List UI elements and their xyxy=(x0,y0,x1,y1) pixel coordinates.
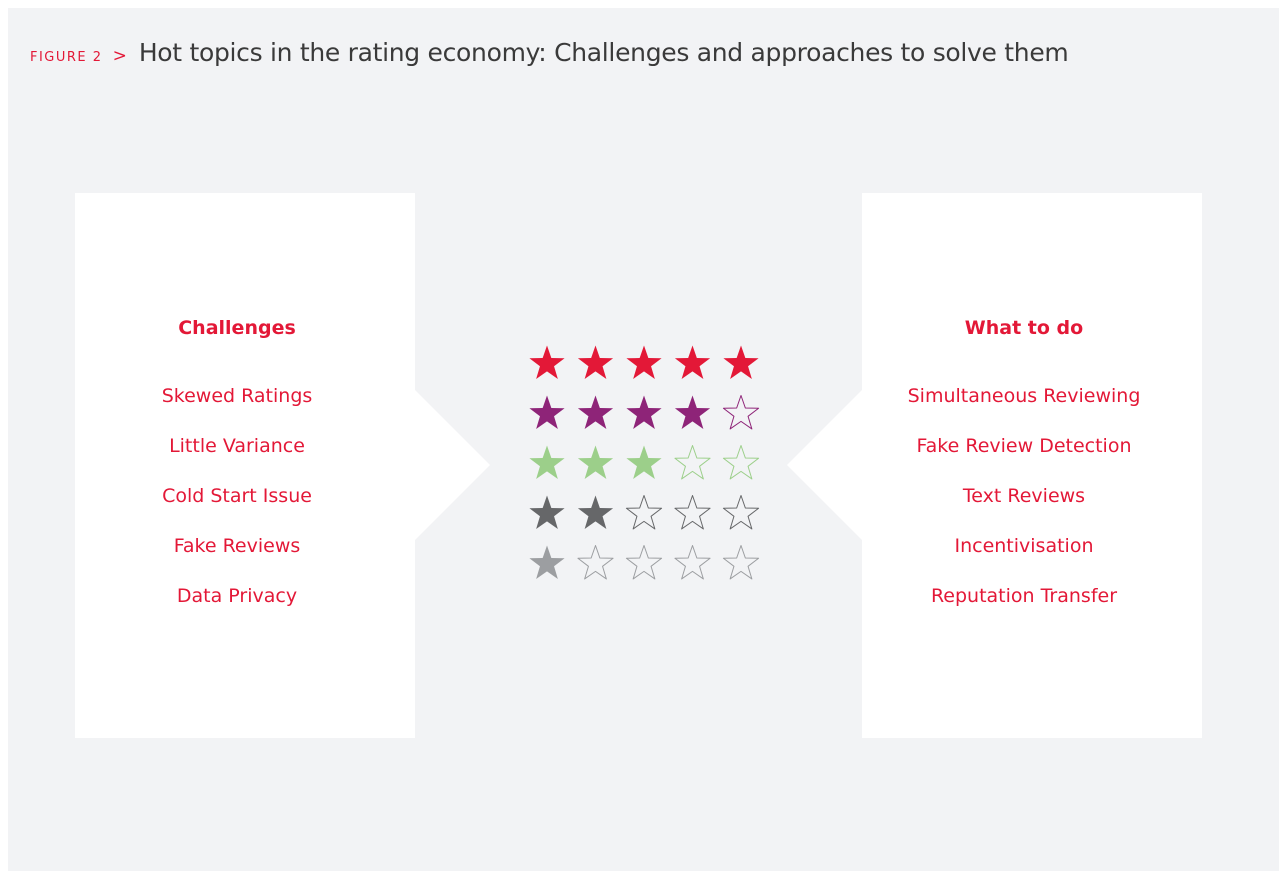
star-outline-icon xyxy=(722,445,760,480)
star-outline-icon xyxy=(674,495,711,530)
star-filled-icon xyxy=(626,345,662,379)
star-filled-icon xyxy=(723,345,759,379)
star-outline-icon xyxy=(722,545,760,580)
star-filled-icon xyxy=(577,495,614,529)
star-rating-grid xyxy=(529,345,760,580)
star-filled-icon xyxy=(529,445,565,479)
star-filled-icon xyxy=(529,345,565,379)
star-filled-icon xyxy=(674,345,711,379)
star-filled-icon xyxy=(577,445,614,479)
star-filled-icon xyxy=(626,395,662,429)
star-filled-icon xyxy=(626,445,662,479)
star-filled-icon xyxy=(577,345,614,379)
star-outline-icon xyxy=(722,495,760,530)
star-filled-icon xyxy=(577,395,614,429)
star-outline-icon xyxy=(674,545,711,580)
star-outline-icon xyxy=(674,445,711,480)
star-outline-icon xyxy=(625,545,663,580)
star-outline-icon xyxy=(625,495,663,530)
star-outline-icon xyxy=(577,545,614,580)
star-filled-icon xyxy=(529,545,565,579)
star-filled-icon xyxy=(529,395,565,429)
star-filled-icon xyxy=(529,495,565,529)
star-filled-icon xyxy=(674,395,711,429)
star-outline-icon xyxy=(722,395,760,430)
